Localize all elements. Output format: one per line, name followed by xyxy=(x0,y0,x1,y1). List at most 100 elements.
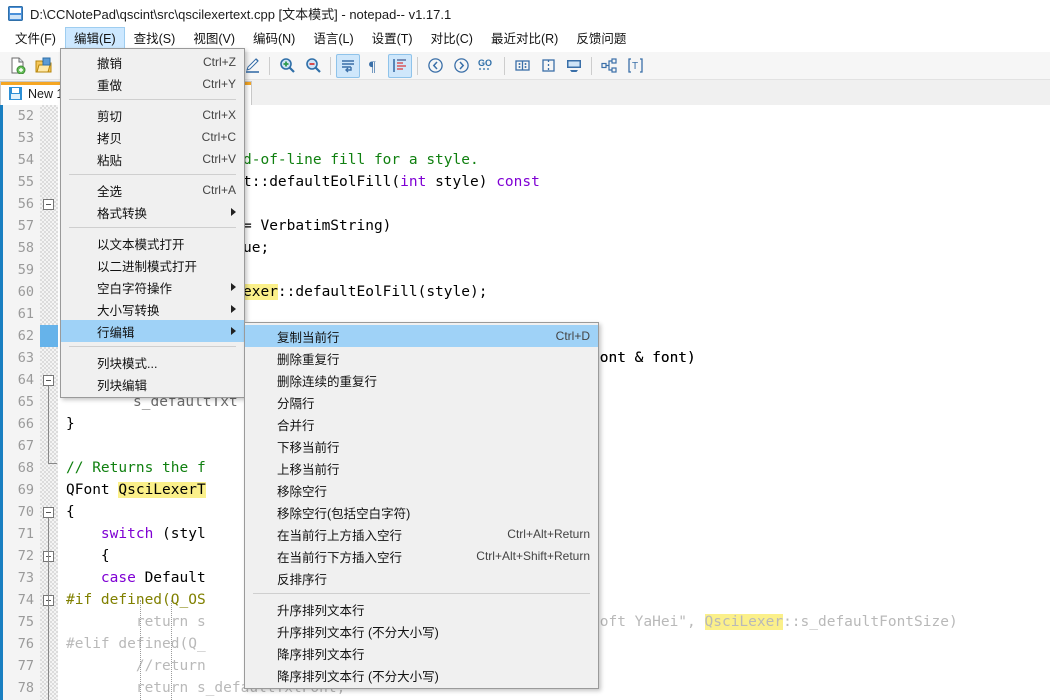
hierarchy-icon[interactable] xyxy=(597,54,621,78)
menu-item-split-lines[interactable]: 分隔行 xyxy=(245,391,598,413)
edit-menu-popup[interactable]: 撤销 Ctrl+Z 重做 Ctrl+Y 剪切 Ctrl+X 拷贝 Ctrl+C … xyxy=(60,48,245,398)
line-number: 56 xyxy=(17,196,34,212)
code-line: ue; xyxy=(243,240,270,256)
code-line: t::defaultEolFill(int style) const xyxy=(243,174,540,190)
line-number: 60 xyxy=(17,284,34,300)
zoom-in-icon[interactable] xyxy=(275,54,299,78)
split-vertical-icon[interactable] xyxy=(536,54,560,78)
menu-item-open-as-binary[interactable]: 以二进制模式打开 xyxy=(61,254,244,276)
menu-item-insert-blank-line-below[interactable]: 在当前行下方插入空行 Ctrl+Alt+Shift+Return xyxy=(245,545,598,567)
menu-item-label: 下移当前行 xyxy=(277,440,340,455)
menu-item-line-edit[interactable]: 行编辑 xyxy=(61,320,244,342)
menu-item-whitespace-ops[interactable]: 空白字符操作 xyxy=(61,276,244,298)
split-horizontal-icon[interactable] xyxy=(510,54,534,78)
fold-marker[interactable] xyxy=(43,375,54,386)
menu-separator xyxy=(69,227,236,228)
toolbar-separator xyxy=(330,56,331,75)
menu-item-duplicate-line[interactable]: 复制当前行 Ctrl+D xyxy=(245,325,598,347)
menu-item-accel: Ctrl+X xyxy=(202,108,236,122)
menu-item-accel: Ctrl+D xyxy=(555,329,590,343)
code-line: switch (styl xyxy=(100,526,206,542)
menu-encoding[interactable]: 编码(N) xyxy=(244,27,304,51)
menu-item-paste[interactable]: 粘贴 Ctrl+V xyxy=(61,148,244,170)
line-number: 67 xyxy=(17,438,34,454)
menu-item-copy[interactable]: 拷贝 Ctrl+C xyxy=(61,126,244,148)
show-all-chars-icon[interactable] xyxy=(388,53,412,78)
menu-item-label: 降序排列文本行 xyxy=(277,647,365,662)
menu-item-case-convert[interactable]: 大小写转换 xyxy=(61,298,244,320)
menu-item-format-convert[interactable]: 格式转换 xyxy=(61,201,244,223)
menu-item-label: 大小写转换 xyxy=(97,303,160,318)
nav-back-icon[interactable] xyxy=(423,54,447,78)
text-mode-icon[interactable]: T xyxy=(623,54,647,78)
svg-text:GO: GO xyxy=(478,58,492,68)
svg-text:T: T xyxy=(632,61,638,72)
menu-feedback[interactable]: 反馈问题 xyxy=(567,27,635,51)
menu-item-sort-descending[interactable]: 降序排列文本行 xyxy=(245,642,598,664)
menu-item-reverse-lines[interactable]: 反排序行 xyxy=(245,567,598,589)
menu-item-label: 行编辑 xyxy=(97,325,135,340)
line-number: 69 xyxy=(17,482,34,498)
menu-item-remove-empty-lines-with-ws[interactable]: 移除空行(包括空白字符) xyxy=(245,501,598,523)
menu-item-select-all[interactable]: 全选 Ctrl+A xyxy=(61,179,244,201)
current-line-marker xyxy=(40,325,58,347)
menu-item-label: 剪切 xyxy=(97,109,123,124)
menu-item-sort-descending-ignorecase[interactable]: 降序排列文本行 (不分大小写) xyxy=(245,664,598,686)
title-bar: D:\CCNotePad\qscint\src\qscilexertext.cp… xyxy=(0,0,1050,27)
menu-item-column-edit[interactable]: 列块编辑 xyxy=(61,373,244,395)
menu-item-redo[interactable]: 重做 Ctrl+Y xyxy=(61,73,244,95)
menu-item-label: 复制当前行 xyxy=(277,330,340,345)
zoom-out-icon[interactable] xyxy=(301,54,325,78)
line-number: 68 xyxy=(17,460,34,476)
menu-compare[interactable]: 对比(C) xyxy=(422,27,482,51)
text-file-icon xyxy=(8,5,23,21)
code-line: //return xyxy=(66,658,206,674)
menu-item-label: 重做 xyxy=(97,78,123,93)
menu-item-cut[interactable]: 剪切 Ctrl+X xyxy=(61,104,244,126)
menu-item-label: 列块编辑 xyxy=(97,378,148,393)
fold-margin[interactable] xyxy=(40,105,58,700)
menu-item-label: 在当前行上方插入空行 xyxy=(277,528,403,543)
new-file-icon[interactable] xyxy=(5,54,29,78)
line-number: 59 xyxy=(17,262,34,278)
menu-item-sort-ascending[interactable]: 升序排列文本行 xyxy=(245,598,598,620)
line-number: 52 xyxy=(17,108,34,124)
nav-forward-icon[interactable] xyxy=(449,54,473,78)
toolbar-separator xyxy=(269,56,270,75)
menu-item-sort-ascending-ignorecase[interactable]: 升序排列文本行 (不分大小写) xyxy=(245,620,598,642)
menu-language[interactable]: 语言(L) xyxy=(304,27,362,51)
menu-item-move-line-down[interactable]: 下移当前行 xyxy=(245,435,598,457)
menu-item-remove-duplicate-lines[interactable]: 删除重复行 xyxy=(245,347,598,369)
menu-recent-compare[interactable]: 最近对比(R) xyxy=(482,27,567,51)
goto-line-icon[interactable]: GO xyxy=(475,54,499,78)
menu-item-join-lines[interactable]: 合并行 xyxy=(245,413,598,435)
save-icon[interactable] xyxy=(9,87,22,100)
line-number: 58 xyxy=(17,240,34,256)
menu-settings[interactable]: 设置(T) xyxy=(363,27,422,51)
code-fragment: soft YaHei", QsciLexer::s_defaultFontSiz… xyxy=(591,614,958,630)
fold-marker[interactable] xyxy=(43,199,54,210)
window-list-icon[interactable] xyxy=(562,54,586,78)
menu-item-move-line-up[interactable]: 上移当前行 xyxy=(245,457,598,479)
code-line: // Returns the f xyxy=(66,460,206,476)
menu-item-undo[interactable]: 撤销 Ctrl+Z xyxy=(61,51,244,73)
code-fragment: Font & font) xyxy=(591,350,696,366)
line-number: 63 xyxy=(17,350,34,366)
fold-marker[interactable] xyxy=(43,507,54,518)
menu-file[interactable]: 文件(F) xyxy=(6,27,65,51)
submenu-arrow-icon xyxy=(231,327,236,335)
menu-item-remove-empty-lines[interactable]: 移除空行 xyxy=(245,479,598,501)
show-eol-icon[interactable] xyxy=(336,53,360,78)
menu-item-label: 降序排列文本行 (不分大小写) xyxy=(277,669,439,684)
show-paragraph-icon[interactable]: ¶ xyxy=(362,54,386,78)
menu-item-remove-consecutive-duplicate-lines[interactable]: 删除连续的重复行 xyxy=(245,369,598,391)
menu-item-open-as-text[interactable]: 以文本模式打开 xyxy=(61,232,244,254)
code-line: #if defined(Q_OS xyxy=(66,592,206,608)
menu-item-column-mode[interactable]: 列块模式... xyxy=(61,351,244,373)
menu-item-label: 以文本模式打开 xyxy=(97,237,185,252)
menu-item-label: 拷贝 xyxy=(97,131,123,146)
open-file-icon[interactable] xyxy=(31,54,55,78)
line-edit-submenu-popup[interactable]: 复制当前行 Ctrl+D 删除重复行 删除连续的重复行 分隔行 合并行 下移当前… xyxy=(244,322,599,689)
menu-item-insert-blank-line-above[interactable]: 在当前行上方插入空行 Ctrl+Alt+Return xyxy=(245,523,598,545)
line-number: 72 xyxy=(17,548,34,564)
